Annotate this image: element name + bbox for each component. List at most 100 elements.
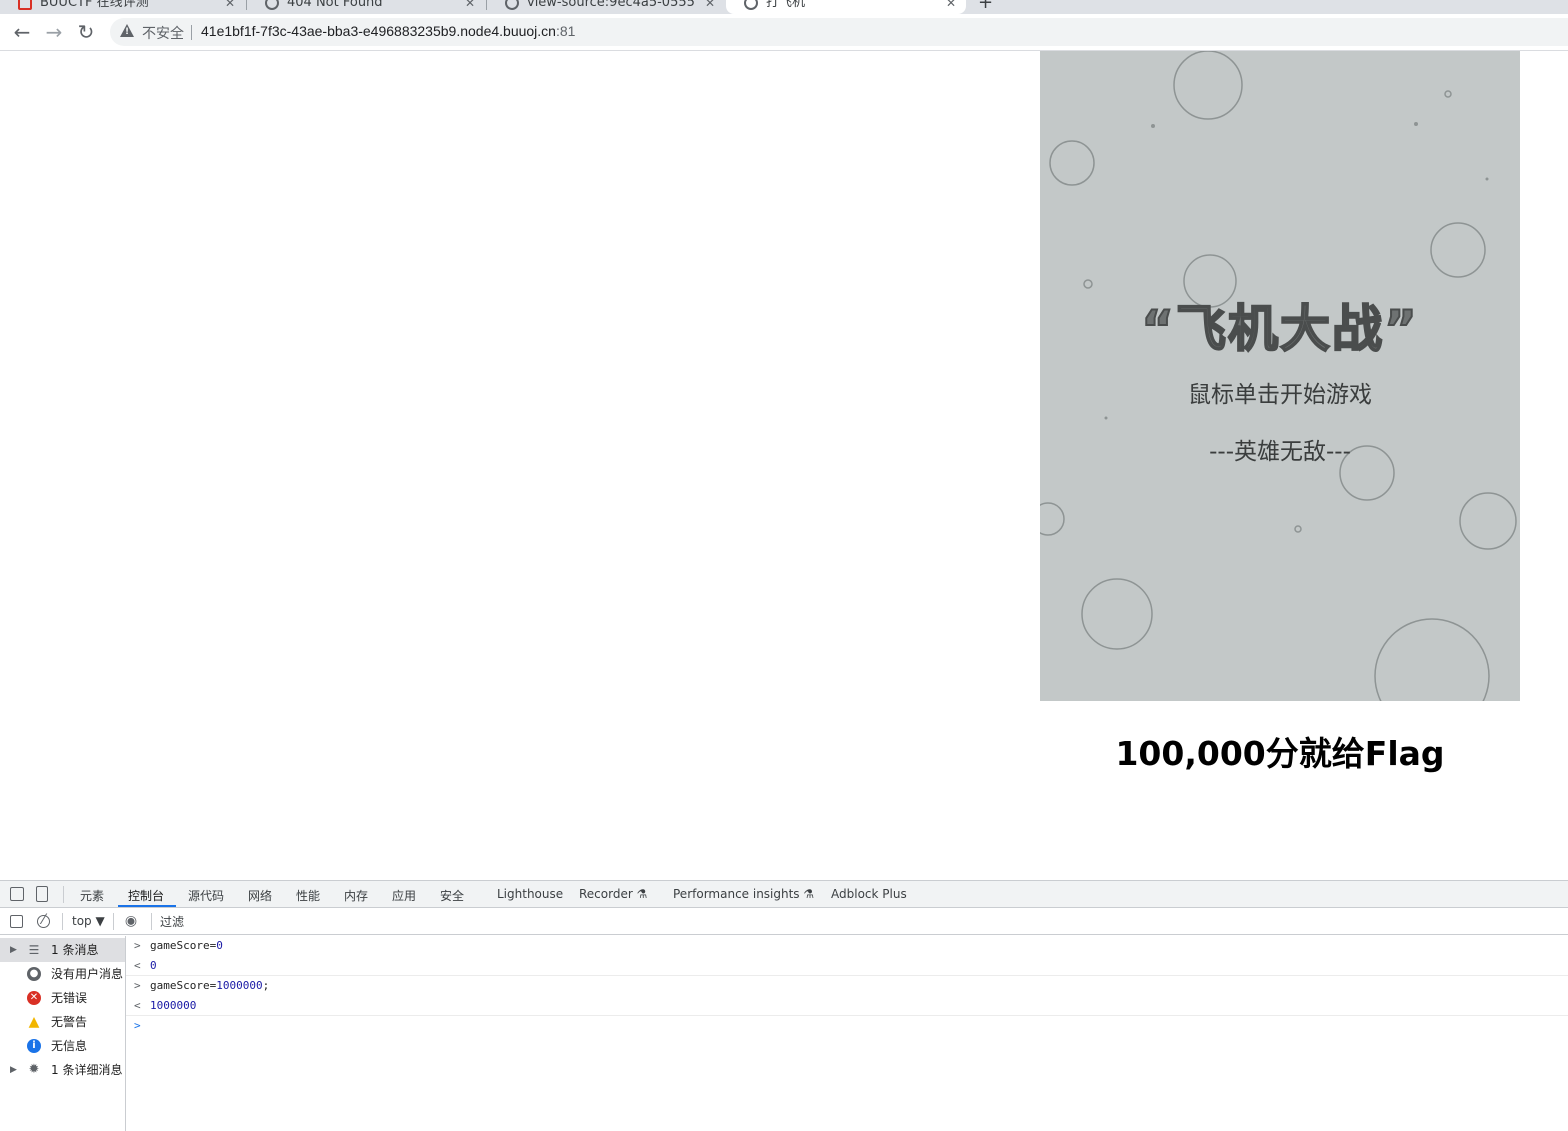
asteroid [1049,140,1095,186]
expand-triangle-icon[interactable]: ▶ [10,1058,17,1082]
asteroid [1040,502,1065,536]
console-sidebar: ▶ ☰ 1 条消息 ● 没有用户消息 ✕ 无错误 ▲ 无警告 i 无信息 ▶ ✹… [0,936,126,1131]
devtools-tab-lighthouse[interactable]: Lighthouse [497,887,563,901]
sidebar-item-messages[interactable]: ▶ ☰ 1 条消息 [0,938,125,962]
sidebar-item-label: 没有用户消息 [51,967,124,981]
score-note: 100,000分就给Flag [1115,734,1445,773]
devtools-tab-memory[interactable]: 内存 [344,887,368,904]
active-tab-indicator [118,905,176,907]
input-prompt-icon: > [134,939,141,952]
devtools-tab-performance[interactable]: 性能 [296,887,320,904]
result-prompt-icon: < [134,959,141,972]
close-icon[interactable]: ✕ [946,0,956,14]
security-label[interactable]: 不安全 [142,23,184,43]
new-tab-button[interactable]: + [978,0,993,13]
context-selector[interactable]: top ▼ [72,914,105,928]
eye-icon[interactable]: ◉ [123,914,139,928]
favicon-icon [18,0,32,10]
url-text[interactable]: 41e1bf1f-7f3c-43ae-bba3-e496883235b9.nod… [201,23,575,39]
console-code: gameScore=0 [150,936,223,956]
list-icon: ☰ [28,943,40,957]
globe-icon [744,0,758,10]
inspect-element-icon[interactable] [10,887,24,901]
browser-toolbar: ← → ↻ 不安全 41e1bf1f-7f3c-43ae-bba3-e49688… [0,14,1568,51]
sidebar-item-info[interactable]: i 无信息 [0,1034,125,1058]
browser-tab-title: 打飞机 [766,0,806,10]
sidebar-item-label: 无信息 [51,1039,88,1053]
device-toolbar-icon[interactable] [36,886,48,902]
input-prompt-icon: > [134,979,141,992]
code-number: 0 [216,939,223,952]
info-icon: i [27,1039,41,1053]
console-result-line: < 1000000 [126,996,1568,1016]
sidebar-toggle-icon[interactable] [10,915,23,928]
toolbar-divider [113,913,114,930]
asteroid [1459,492,1517,550]
game-canvas[interactable]: “飞机大战” 鼠标单击开始游戏 ---英雄无敌--- [1040,51,1520,701]
asteroid [1374,618,1490,701]
devtools-tab-sources[interactable]: 源代码 [188,887,224,904]
code-number: 1000000 [216,979,263,992]
sidebar-item-label: 1 条详细消息 [51,1063,123,1077]
devtools-tab-application[interactable]: 应用 [392,887,416,904]
forward-arrow-icon[interactable]: → [41,18,67,46]
devtools-tab-security[interactable]: 安全 [440,887,464,904]
back-arrow-icon[interactable]: ← [9,18,35,46]
globe-icon [505,0,519,10]
console-result: 0 [150,959,157,972]
devtools-tab-elements[interactable]: 元素 [80,887,104,904]
sidebar-item-label: 无错误 [51,991,88,1005]
browser-tab-title: 404 Not Found [287,0,383,10]
browser-tab-title: view-source:9ec4a5-0555 [527,0,695,10]
input-prompt-icon: > [134,1019,141,1032]
user-icon: ● [27,967,41,981]
console-output: > gameScore=0 < 0 > gameScore=1000000; <… [126,936,1568,1131]
expand-triangle-icon[interactable]: ▶ [10,938,17,962]
sidebar-item-errors[interactable]: ✕ 无错误 [0,986,125,1010]
tab-strip: BUUCTF 在线评测 ✕ 404 Not Found ✕ view-sourc… [0,0,1568,14]
asteroid-small [1083,279,1093,289]
address-bar[interactable]: 不安全 41e1bf1f-7f3c-43ae-bba3-e496883235b9… [110,18,1568,46]
game-mode-label: ---英雄无敌--- [1209,439,1351,465]
toolbar-divider [63,886,64,903]
devtools-panel: 元素 控制台 源代码 网络 性能 内存 应用 安全 Lighthouse Rec… [0,880,1568,1131]
devtools-tab-recorder[interactable]: Recorder ⚗ [579,887,647,901]
browser-tab-active[interactable]: 打飞机 ✕ [726,0,966,14]
console-result: 1000000 [150,999,197,1012]
close-icon[interactable]: ✕ [465,0,475,14]
console-filter-input[interactable] [160,913,460,931]
start-hint: 鼠标单击开始游戏 [1188,382,1372,408]
asteroid-small [1444,90,1452,98]
reload-icon[interactable]: ↻ [73,18,99,46]
close-icon[interactable]: ✕ [705,0,715,14]
console-input-line[interactable]: > gameScore=1000000; [126,976,1568,996]
browser-tab-1[interactable]: BUUCTF 在线评测 ✕ [0,0,245,14]
console-code: gameScore=1000000; [150,976,269,996]
warning-icon: ▲ [28,1014,40,1030]
url-port: :81 [555,23,576,39]
sidebar-item-warnings[interactable]: ▲ 无警告 [0,1010,125,1034]
star-dot [1151,124,1155,128]
result-prompt-icon: < [134,999,141,1012]
sidebar-item-verbose[interactable]: ▶ ✹ 1 条详细消息 [0,1058,125,1082]
sidebar-item-label: 1 条消息 [51,943,99,957]
clear-console-icon[interactable]: ⁄ [37,913,50,928]
devtools-tab-network[interactable]: 网络 [248,887,272,904]
close-icon[interactable]: ✕ [225,0,235,14]
address-divider [191,25,192,40]
devtools-tab-performance-insights[interactable]: Performance insights ⚗ [673,887,814,901]
sidebar-item-user-messages[interactable]: ● 没有用户消息 [0,962,125,986]
browser-tab-2[interactable]: 404 Not Found ✕ [247,0,485,14]
devtools-tab-console[interactable]: 控制台 [128,887,164,904]
asteroid [1173,51,1243,120]
browser-tab-3[interactable]: view-source:9ec4a5-0555 ✕ [487,0,725,14]
console-prompt-line[interactable]: > [126,1016,1568,1036]
error-icon: ✕ [27,991,41,1005]
code-suffix: ; [262,979,270,992]
game-title: “飞机大战” [1140,299,1419,359]
star-dot [1414,122,1418,126]
url-host: 41e1bf1f-7f3c-43ae-bba3-e496883235b9.nod… [201,23,556,39]
console-input-line[interactable]: > gameScore=0 [126,936,1568,956]
devtools-tab-adblock-plus[interactable]: Adblock Plus [831,887,907,901]
console-toolbar: ⁄ top ▼ ◉ [0,909,1568,935]
